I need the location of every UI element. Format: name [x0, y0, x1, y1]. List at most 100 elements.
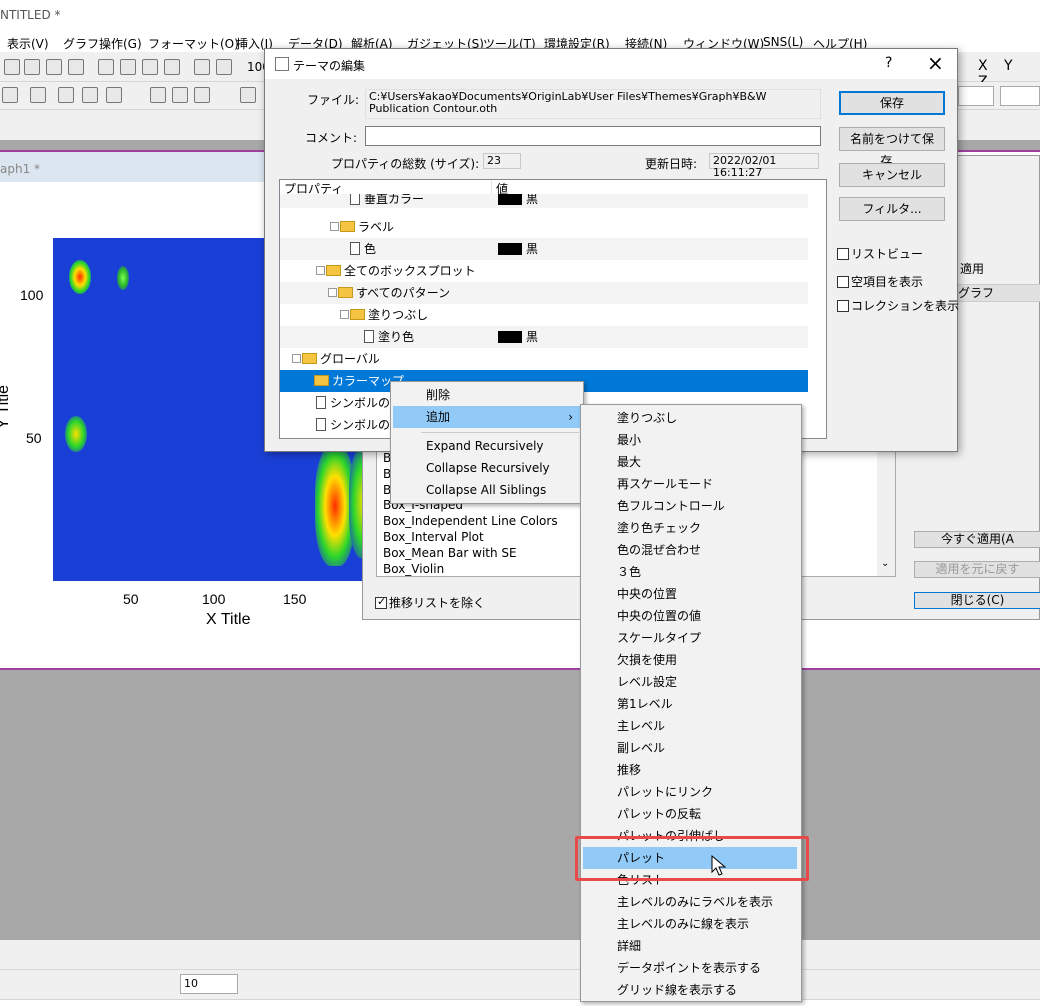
submenu-item[interactable]: 最大: [583, 451, 799, 473]
layout-icon[interactable]: [2, 87, 18, 103]
submenu-item[interactable]: 色フルコントロール: [583, 495, 799, 517]
submenu-item[interactable]: 最小: [583, 429, 799, 451]
graph-field[interactable]: グラフ: [951, 284, 1040, 302]
list-view-checkbox[interactable]: リストビュー: [837, 245, 923, 262]
toolbar-icon[interactable]: [4, 59, 20, 75]
submenu-item[interactable]: データポイントを表示する: [583, 957, 799, 979]
color-dropdown[interactable]: [1000, 86, 1040, 106]
list-scrollbar[interactable]: ⌄: [877, 448, 895, 576]
menu-0[interactable]: 表示(V): [7, 35, 49, 52]
tree-row[interactable]: 塗りつぶし: [280, 304, 808, 326]
comment-input[interactable]: [365, 126, 821, 146]
submenu-item[interactable]: 詳細: [583, 935, 799, 957]
tree-row[interactable]: 全てのボックスプロット: [280, 260, 808, 282]
list-item[interactable]: Box_Mean Bar with SE: [383, 546, 517, 562]
recalc-icon[interactable]: [216, 59, 232, 75]
save-button[interactable]: 保存: [839, 91, 945, 115]
file-path: C:¥Users¥akao¥Documents¥OriginLab¥User F…: [365, 89, 821, 119]
y-axis-title[interactable]: Y Title: [0, 385, 13, 429]
x-tick-label: 150: [283, 591, 307, 607]
submenu-item[interactable]: 欠損を使用: [583, 649, 799, 671]
open-icon[interactable]: [98, 59, 114, 75]
save-as-button[interactable]: 名前をつけて保存...: [839, 127, 945, 168]
cloud-icon[interactable]: [120, 59, 136, 75]
submenu-item[interactable]: 中央の位置の値: [583, 605, 799, 627]
cancel-button[interactable]: キャンセル: [839, 163, 945, 187]
filter-button[interactable]: フィルタ...: [839, 197, 945, 221]
dialog-title: テーマの編集: [293, 59, 366, 73]
submenu-item[interactable]: 主レベル: [583, 715, 799, 737]
close-icon[interactable]: ×: [927, 51, 944, 75]
menu-1[interactable]: グラフ操作(G): [63, 35, 142, 52]
submenu-item[interactable]: レベル設定: [583, 671, 799, 693]
submenu-item[interactable]: パレットにリンク: [583, 781, 799, 803]
x-axis-title[interactable]: X Title: [206, 611, 250, 629]
submenu-item[interactable]: 推移: [583, 759, 799, 781]
list-item[interactable]: Box_Independent Line Colors: [383, 514, 558, 530]
submenu-item[interactable]: 再スケールモード: [583, 473, 799, 495]
save-icon[interactable]: [142, 59, 158, 75]
wand-icon[interactable]: [194, 59, 210, 75]
menu-item-add[interactable]: 追加 ›: [393, 406, 581, 428]
layers-icon[interactable]: [30, 87, 46, 103]
menu-item-collapse-siblings[interactable]: Collapse All Siblings: [393, 479, 581, 501]
tree-row[interactable]: 垂直カラー 黒: [280, 194, 808, 208]
print-icon[interactable]: [46, 59, 62, 75]
size-dropdown[interactable]: 10: [180, 974, 238, 994]
updated-label: 更新日時:: [645, 157, 698, 171]
submenu-item[interactable]: スケールタイプ: [583, 627, 799, 649]
menu-11[interactable]: SNS(L): [763, 35, 803, 49]
mouse-cursor-icon: [711, 855, 727, 876]
window-icon[interactable]: [106, 87, 122, 103]
submenu-item[interactable]: ３色: [583, 561, 799, 583]
submenu-item[interactable]: 主レベルのみにラベルを表示: [583, 891, 799, 913]
gear-icon[interactable]: [82, 87, 98, 103]
submenu-item[interactable]: 塗りつぶし: [583, 407, 799, 429]
menu-item-delete[interactable]: 削除: [393, 384, 581, 406]
count-value: 23: [483, 153, 521, 169]
submenu-item[interactable]: 副レベル: [583, 737, 799, 759]
tree-row[interactable]: 塗り色 黒: [280, 326, 808, 348]
help-button[interactable]: ?: [885, 55, 892, 71]
submenu-item[interactable]: 第1レベル: [583, 693, 799, 715]
revert-button[interactable]: 適用を元に戻す: [914, 561, 1040, 578]
add-icon[interactable]: [68, 59, 84, 75]
submenu-item[interactable]: パレットの反転: [583, 803, 799, 825]
graph-tab[interactable]: aph1 *: [0, 152, 270, 182]
paste-icon[interactable]: [194, 87, 210, 103]
exclude-checkbox[interactable]: ✓ 推移リストを除く: [375, 594, 485, 611]
show-collection-checkbox[interactable]: コレクションを表示: [837, 297, 959, 314]
list-item[interactable]: Box_Interval Plot: [383, 530, 484, 546]
tree-row[interactable]: すべてのパターン: [280, 282, 808, 304]
new-icon[interactable]: [24, 59, 40, 75]
submenu-item[interactable]: 色の混ぜ合わせ: [583, 539, 799, 561]
tree-row[interactable]: グローバル: [280, 348, 808, 370]
menu-item-collapse-recursively[interactable]: Collapse Recursively: [393, 457, 581, 479]
submenu-item[interactable]: 主レベルのみに線を表示: [583, 913, 799, 935]
font-size-dropdown[interactable]: [958, 86, 994, 106]
apply-now-button[interactable]: 今すぐ適用(A: [914, 531, 1040, 548]
save-all-icon[interactable]: [164, 59, 180, 75]
menu-item-expand-recursively[interactable]: Expand Recursively: [393, 435, 581, 457]
cut-icon[interactable]: [150, 87, 166, 103]
submenu-item[interactable]: グリッド線を表示する: [583, 979, 799, 1001]
menu-separator: [421, 432, 579, 433]
tree-row[interactable]: ラベル: [280, 216, 808, 238]
theme-edit-dialog: テーマの編集 ? × ファイル: C:¥Users¥akao¥Documents…: [264, 48, 959, 452]
y-tick-label: 50: [26, 430, 42, 446]
show-empty-checkbox[interactable]: 空項目を表示: [837, 273, 923, 290]
menu-2[interactable]: フォーマット(O): [148, 35, 239, 52]
bottom-toolbar-1: [0, 940, 1040, 970]
copy-icon[interactable]: [172, 87, 188, 103]
add-submenu: 塗りつぶし 最小 最大 再スケールモード 色フルコントロール 塗り色チェック 色の混ぜ合わせ…: [580, 404, 802, 1002]
close-button[interactable]: 閉じる(C): [914, 592, 1040, 609]
list-item[interactable]: Box_Violin: [383, 562, 444, 578]
submenu-item[interactable]: 中央の位置: [583, 583, 799, 605]
app-title: NTITLED *: [0, 8, 61, 22]
import-icon[interactable]: [58, 87, 74, 103]
tree-row[interactable]: 色 黒: [280, 238, 808, 260]
highlight-annotation: [575, 836, 809, 881]
text-tool-icon[interactable]: [240, 87, 256, 103]
submenu-arrow-icon: ›: [568, 410, 573, 424]
submenu-item[interactable]: 塗り色チェック: [583, 517, 799, 539]
